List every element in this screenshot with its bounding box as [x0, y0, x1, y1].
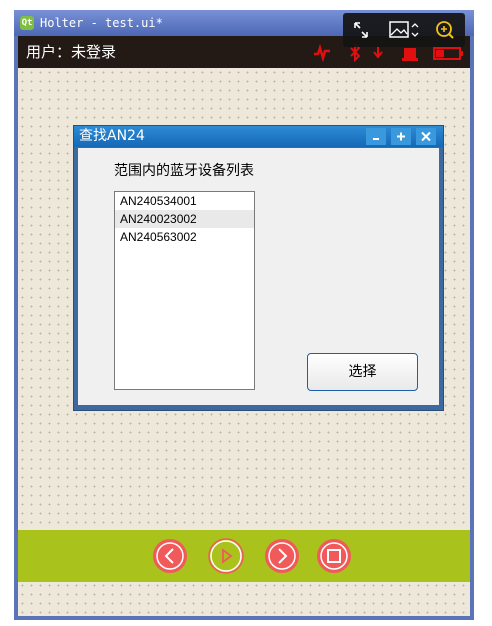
bluetooth-device-list[interactable]: AN240534001 AN240023002 AN240563002	[114, 191, 255, 390]
user-login-label: 用户：未登录	[26, 43, 117, 61]
fullscreen-icon[interactable]	[347, 18, 375, 42]
minimize-icon[interactable]	[366, 128, 386, 145]
next-button[interactable]	[264, 538, 300, 574]
maximize-icon[interactable]	[391, 128, 411, 145]
list-item-selected[interactable]: AN240023002	[115, 210, 254, 228]
select-button[interactable]: 选择	[307, 353, 418, 391]
device-id: AN240023002	[120, 212, 197, 226]
device-list-label: 范围内的蓝牙设备列表	[114, 163, 254, 179]
dialog-titlebar[interactable]: 查找AN24	[74, 126, 443, 147]
play-icon	[208, 538, 244, 574]
playback-control-bar	[18, 530, 470, 582]
device-id: AN240534001	[120, 194, 197, 208]
list-item[interactable]: AN240534001	[115, 192, 254, 210]
image-dropdown-icon[interactable]	[387, 18, 421, 42]
list-item[interactable]: AN240563002	[115, 228, 254, 246]
play-button[interactable]	[208, 538, 244, 574]
window-title: Holter - test.ui*	[40, 16, 163, 30]
dialog-body: 范围内的蓝牙设备列表 AN240534001 AN240023002 AN240…	[78, 148, 439, 405]
stop-button[interactable]	[316, 538, 352, 574]
device-id: AN240563002	[120, 230, 197, 244]
next-icon	[265, 539, 299, 573]
heart-signal-icon[interactable]	[312, 42, 332, 67]
qt-creator-icon: Qt	[20, 16, 34, 30]
previous-icon	[153, 539, 187, 573]
find-device-dialog: 查找AN24 范围内的蓝牙设备列表 AN240534001 AN24002300…	[73, 125, 444, 411]
image-viewer-toolbar	[343, 13, 465, 47]
stop-icon	[317, 539, 351, 573]
previous-button[interactable]	[152, 538, 188, 574]
zoom-in-icon[interactable]	[431, 18, 459, 42]
close-icon[interactable]	[416, 128, 436, 145]
dialog-title: 查找AN24	[79, 128, 145, 144]
